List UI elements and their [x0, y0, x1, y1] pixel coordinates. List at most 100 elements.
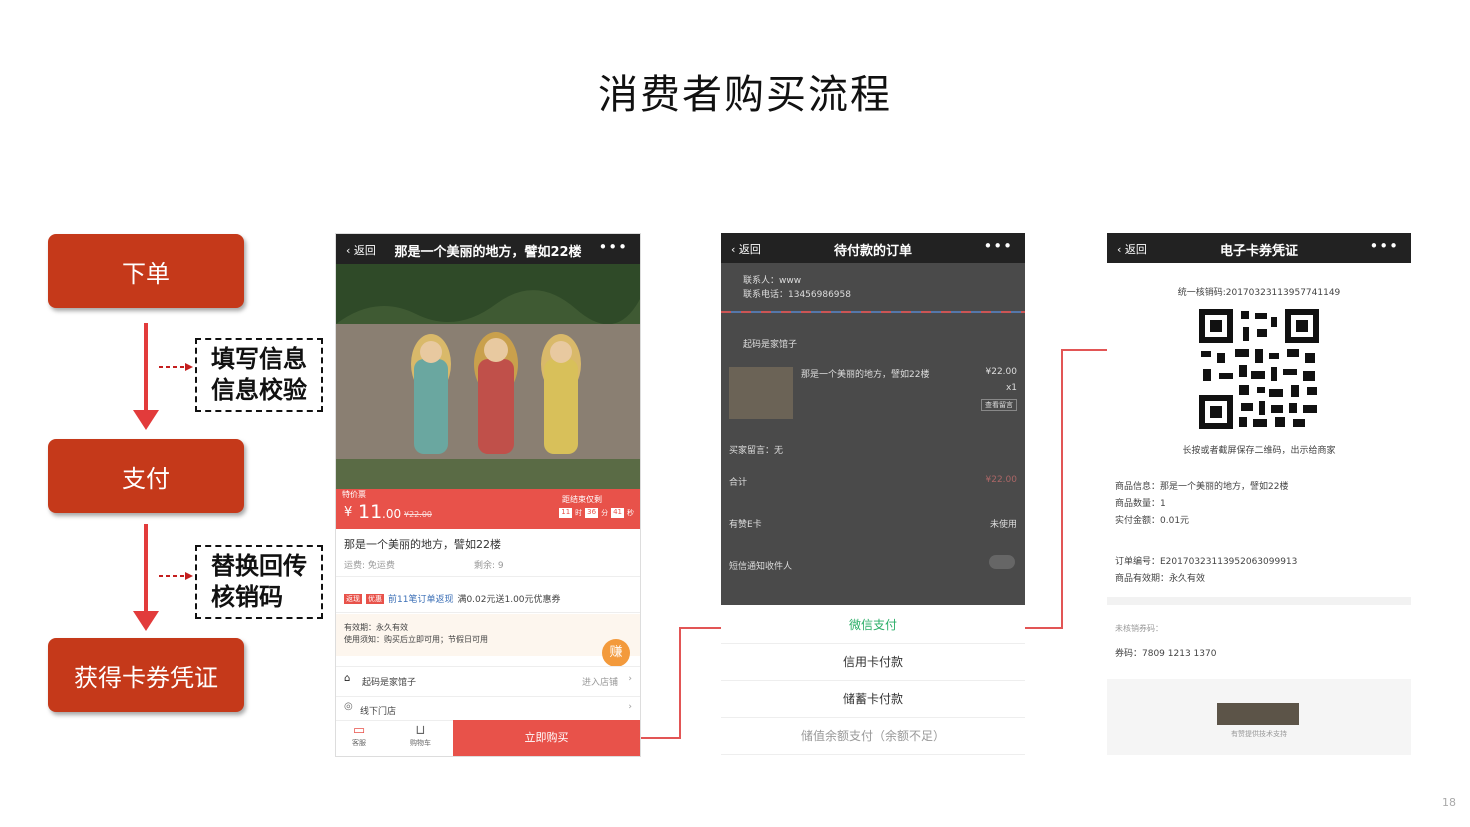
view-message-button[interactable]: 查看留言 — [981, 399, 1017, 411]
validity: 商品有效期：永久有效 — [1115, 574, 1206, 584]
order-number: 订单编号：E20170323113952063099913 — [1115, 557, 1298, 567]
countdown-label: 距结束仅剩 — [562, 495, 602, 504]
service-button[interactable]: ▭ 客服 — [352, 723, 366, 748]
nav-title: 电子卡券凭证 — [1219, 244, 1298, 259]
info-amount: 实付金额：0.01元 — [1115, 516, 1190, 526]
double-arrow-icon — [159, 363, 193, 371]
qr-code[interactable] — [1199, 309, 1319, 429]
footer-area: 有赞提供技术支持 — [1107, 679, 1411, 755]
validity-text: 有效期：永久有效 — [344, 623, 408, 632]
shop-link[interactable]: 进入店铺 — [582, 675, 618, 688]
product-name: 那是一个美丽的地方，譬如22楼 — [344, 538, 501, 551]
cart-button[interactable]: ⊔ 购物车 — [410, 723, 431, 748]
phone-voucher-page: ‹ 返回 电子卡券凭证 ••• 统一核销码:201703231139577411… — [1107, 233, 1411, 755]
item-thumbnail — [729, 367, 793, 419]
item-price: ¥22.00 — [985, 367, 1018, 377]
location-icon: ◎ — [344, 701, 353, 712]
promo-text-2: 满0.02元送1.00元优惠券 — [457, 595, 561, 605]
flow-arrow-1 — [133, 410, 159, 430]
contact-phone: 联系电话：13456986958 — [743, 290, 851, 300]
more-icon[interactable]: ••• — [1369, 237, 1399, 255]
countdown-unit: 时 — [575, 509, 583, 517]
more-icon[interactable]: ••• — [598, 238, 628, 256]
more-icon[interactable]: ••• — [983, 237, 1013, 255]
footer-logo-image — [1217, 703, 1299, 725]
chat-icon: ▭ — [352, 723, 366, 738]
promo-tag: 优惠 — [366, 593, 384, 604]
countdown-unit: 秒 — [627, 509, 634, 517]
note-line: 填写信息 — [211, 345, 307, 373]
buyer-message: 买家留言：无 — [729, 446, 784, 456]
chevron-right-icon: › — [628, 674, 632, 684]
step-order: 下单 — [48, 234, 244, 308]
step-pay: 支付 — [48, 439, 244, 513]
flow-line-2 — [144, 524, 148, 614]
cart-icon: ⊔ — [415, 723, 426, 738]
bottom-nav: ▭ 客服 ⊔ 购物车 — [336, 720, 453, 756]
nav-title: 那是一个美丽的地方，譬如22楼 — [394, 245, 582, 260]
debit-card-option[interactable]: 储蓄卡付款 — [721, 681, 1025, 718]
countdown-minutes: 36 — [585, 508, 599, 518]
price-tag: 特价票 — [342, 490, 366, 499]
flow-line-1 — [144, 323, 148, 413]
price-symbol: ¥ — [344, 505, 353, 520]
item-qty: x1 — [1005, 383, 1017, 393]
total-value: ¥22.00 — [985, 475, 1018, 485]
service-label: 客服 — [352, 739, 366, 747]
earn-button[interactable]: 赚 — [602, 639, 630, 667]
voucher-code: 券码：7809 1213 1370 — [1115, 649, 1217, 659]
price-dec: .00 — [382, 507, 402, 521]
total-label: 合计 — [729, 478, 748, 488]
order-shop: 起码是家馆子 — [743, 340, 798, 350]
chevron-right-icon: › — [628, 702, 632, 712]
contact-name: 联系人：www — [743, 276, 802, 286]
nav-bar: ‹ 返回 那是一个美丽的地方，譬如22楼 ••• — [336, 234, 640, 264]
note-line: 核销码 — [211, 583, 283, 611]
countdown: 11 时 36 分 41 秒 — [559, 508, 634, 518]
countdown-unit: 分 — [601, 509, 609, 517]
notify-label: 短信通知收件人 — [729, 562, 793, 572]
buy-now-button[interactable]: 立即购买 — [453, 720, 640, 756]
shop-row[interactable]: ⌂ 起码是家馆子 进入店铺 › — [336, 666, 640, 694]
card-label: 有赞E卡 — [729, 520, 762, 530]
verify-code-label: 统一核销码:2017032311395774114​9 — [1177, 288, 1341, 298]
shop-name: 起码是家馆子 — [362, 678, 417, 688]
product-photo — [336, 264, 640, 489]
notify-toggle[interactable] — [989, 555, 1015, 569]
page-number: 18 — [1442, 796, 1456, 809]
note-line: 信息校验 — [211, 376, 307, 404]
nav-title: 待付款的订单 — [833, 244, 912, 259]
phone-product-page: ‹ 返回 那是一个美丽的地方，譬如22楼 ••• 特价票 ¥ 11 .00 ¥2… — [335, 233, 641, 757]
nav-bar: ‹ 返回 待付款的订单 ••• — [721, 233, 1025, 263]
footer-text: 有赞提供技术支持 — [1231, 730, 1287, 738]
section-divider — [1107, 597, 1411, 605]
wechat-pay-option[interactable]: 微信支付 — [721, 607, 1025, 644]
offline-store: 线下门店 — [360, 707, 397, 717]
phone-payment-page: ‹ 返回 待付款的订单 ••• 联系人：www 联系电话：13456986958… — [721, 233, 1025, 755]
nav-bar: ‹ 返回 电子卡券凭证 ••• — [1107, 233, 1411, 263]
double-arrow-icon — [159, 572, 193, 580]
shop-icon: ⌂ — [344, 673, 351, 684]
unused-label: 未核销券码： — [1115, 624, 1163, 633]
note-replace-code: 替换回传 核销码 — [195, 545, 323, 619]
price-int: 11 — [358, 501, 383, 523]
info-name: 商品信息：那是一个美丽的地方，譬如22楼 — [1115, 482, 1289, 492]
card-value: 未使用 — [989, 520, 1017, 530]
stock: 剩余: 9 — [474, 561, 504, 571]
info-qty: 商品数量：1 — [1115, 499, 1166, 509]
note-line: 替换回传 — [211, 552, 307, 580]
price-banner: 特价票 ¥ 11 .00 ¥22.00 距结束仅剩 11 时 36 分 41 秒 — [336, 489, 640, 529]
offline-store-row[interactable]: ◎ 线下门店 › — [336, 698, 640, 720]
qr-hint: 长按或者截屏保存二维码，出示给商家 — [1182, 446, 1336, 456]
promo-tag: 返现 — [344, 593, 362, 604]
address-divider — [721, 311, 1025, 313]
order-details-overlay: 联系人：www 联系电话：13456986958 起码是家馆子 那是一个美丽的地… — [721, 263, 1025, 605]
countdown-seconds: 41 — [611, 508, 624, 518]
slide-title: 消费者购买流程 — [598, 72, 892, 118]
validity-box: 有效期：永久有效 使用须知：购买后立即可用；节假日可用 — [336, 614, 640, 656]
note-fill-info: 填写信息 信息校验 — [195, 338, 323, 412]
flow-arrow-2 — [133, 611, 159, 631]
promo-row[interactable]: 返现 优惠 前11笔订单返现 满0.02元送1.00元优惠券 — [344, 592, 561, 605]
price-original: ¥22.00 — [404, 510, 432, 519]
credit-card-option[interactable]: 信用卡付款 — [721, 644, 1025, 681]
